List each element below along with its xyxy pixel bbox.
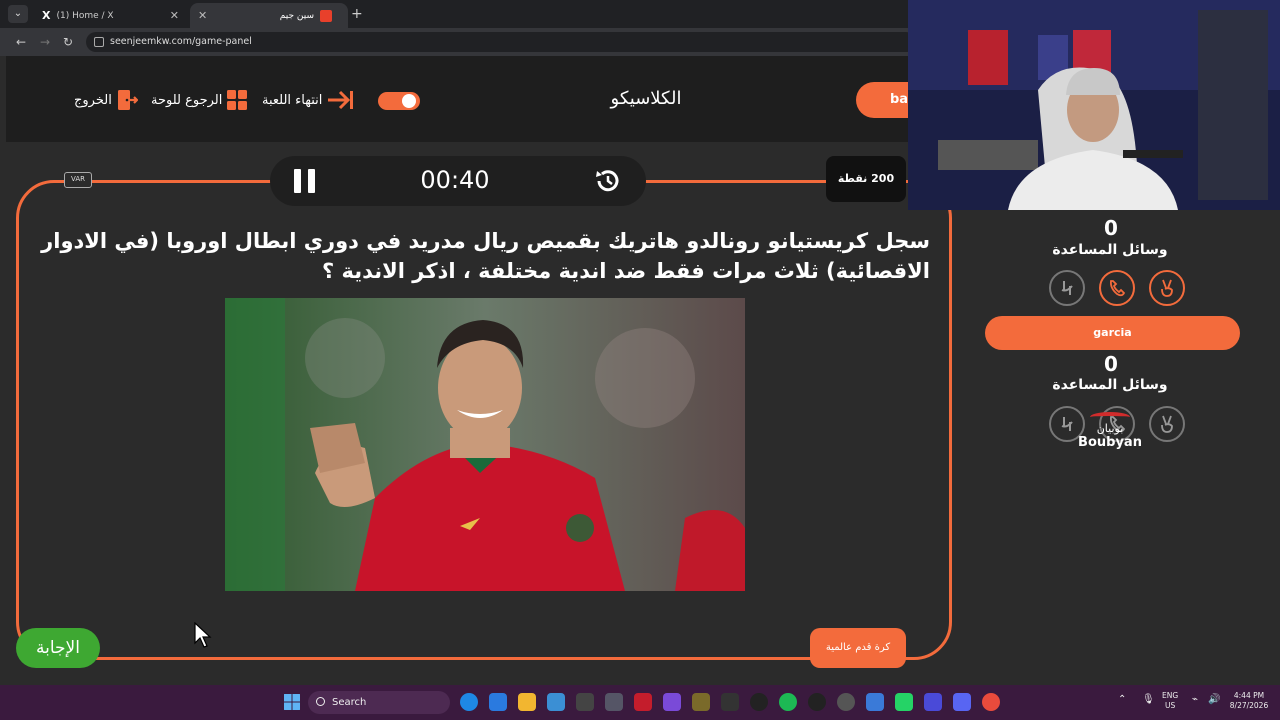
app-icon[interactable] [692,693,710,711]
team1-score: 0 [1104,216,1118,240]
timer-bar: 00:40 [270,156,646,206]
taskbar-search[interactable]: Search [308,691,450,714]
peace-hand-icon [1161,279,1173,297]
tab-label: سين جيم [279,10,314,21]
back-arrow-icon[interactable]: ← [16,35,26,49]
question-text: سجل كريستيانو رونالدو هاتريك بقميص ريال … [41,229,930,283]
volume-icon[interactable]: 🔊 [1208,695,1220,705]
language-indicator[interactable]: ENG US [1162,691,1178,711]
tray-chevron-icon[interactable]: ⌃ [1118,695,1126,705]
telegram-icon[interactable] [547,693,565,711]
points-badge: 200 نقطة [826,156,906,202]
team1-two-hands-helper[interactable] [1049,270,1085,306]
microphone-icon[interactable]: 🎙 [1142,695,1155,705]
address-bar[interactable]: seenjeemkw.com/game-panel [86,32,916,52]
webcam-feed [908,0,1280,210]
lang-top: ENG [1162,691,1179,700]
site-info-icon[interactable] [94,37,104,47]
app-icon[interactable] [837,693,855,711]
clock[interactable]: 4:44 PM 8/27/2026 [1226,691,1272,711]
settings-toggle[interactable] [378,92,420,110]
x-logo-icon: X [42,9,51,22]
mouse-cursor-icon [194,622,212,648]
app-icon[interactable] [750,693,768,711]
network-icon[interactable]: ⌁ [1192,695,1198,705]
exit-label: الخروج [74,92,112,108]
url-text: seenjeemkw.com/game-panel [110,36,252,47]
peace-hand-icon [1161,415,1173,433]
tab-home-x[interactable]: X (1) Home / X ✕ [32,3,187,28]
windows-start-icon[interactable] [283,693,301,711]
team1-peace-helper[interactable] [1149,270,1185,306]
team2-peace-helper[interactable] [1149,406,1185,442]
game-title: الكلاسيكو [610,88,682,109]
two-hands-icon [1061,281,1073,295]
file-explorer-icon[interactable] [518,693,536,711]
sponsor-english: Boubyan [1078,435,1142,450]
end-game-button[interactable]: انتهاء اللعبة [262,89,354,111]
team1-phone-helper[interactable] [1099,270,1135,306]
new-tab-button[interactable]: + [351,6,363,22]
clock-time: 4:44 PM [1233,691,1265,700]
team1-helpers-label: وسائل المساعدة [1052,242,1168,258]
tab-search-chevron-icon[interactable]: ⌄ [8,5,28,23]
timer-display: 00:40 [420,166,490,194]
edge-icon[interactable] [460,693,478,711]
seenjeem-icon [320,9,332,22]
sponsor-arc-icon [1090,412,1130,422]
chatgpt-icon[interactable] [808,693,826,711]
team2-score: 0 [1104,352,1118,376]
app-icon[interactable] [663,693,681,711]
tab-label: (1) Home / X [56,10,114,21]
end-arrow-icon [328,90,354,110]
phone-icon [1109,280,1126,297]
app-icon[interactable] [576,693,594,711]
sponsor-logo: بوبيان Boubyan [1070,412,1150,450]
close-tab-icon[interactable]: ✕ [170,9,179,22]
answer-button[interactable]: الإجابة [16,628,100,668]
webcam-overlay [908,0,1280,210]
taskbar-search-text: Search [332,697,367,708]
back-to-board-label: الرجوع للوحة [151,92,223,108]
reload-icon[interactable]: ↻ [63,35,73,49]
sponsor-arabic: بوبيان [1096,422,1124,435]
player-photo [225,298,745,591]
lang-bottom: US [1164,701,1176,710]
screen: ⌄ X (1) Home / X ✕ سين جيم ✕ + ← → ↻ see… [0,0,1280,720]
discord-icon[interactable] [953,693,971,711]
app-icon[interactable] [634,693,652,711]
close-tab-icon[interactable]: ✕ [198,9,207,22]
chrome-icon[interactable] [982,693,1000,711]
team2-bar: garcia [985,316,1240,350]
clock-date: 8/27/2026 [1229,701,1269,710]
app-icon[interactable] [924,693,942,711]
team2-helpers-label: وسائل المساعدة [1052,377,1168,393]
var-icon[interactable]: VAR [64,172,92,188]
app-icon[interactable] [721,693,739,711]
windows-taskbar: Search ⌃ 🎙 ENG US ⌁ 🔊 4:44 PM 8/27/2026 [0,685,1280,720]
search-icon [316,697,325,706]
exit-door-icon [117,90,138,110]
whatsapp-icon[interactable] [895,693,913,711]
app-icon[interactable] [605,693,623,711]
tab-seenjeem[interactable]: سين جيم ✕ [190,3,348,28]
reset-timer-icon[interactable] [592,165,624,197]
app-icon[interactable] [866,693,884,711]
end-game-label: انتهاء اللعبة [262,92,323,108]
spotify-icon[interactable] [779,693,797,711]
pause-icon[interactable] [294,169,316,193]
category-badge: كرة قدم عالمية [810,628,906,668]
back-to-board-button[interactable]: الرجوع للوحة [151,89,248,111]
app-icon[interactable] [489,693,507,711]
board-grid-icon [227,90,248,110]
forward-arrow-icon[interactable]: → [40,35,50,49]
question-image [225,298,745,591]
gear-icon [402,94,416,108]
exit-button[interactable]: الخروج [74,89,138,111]
